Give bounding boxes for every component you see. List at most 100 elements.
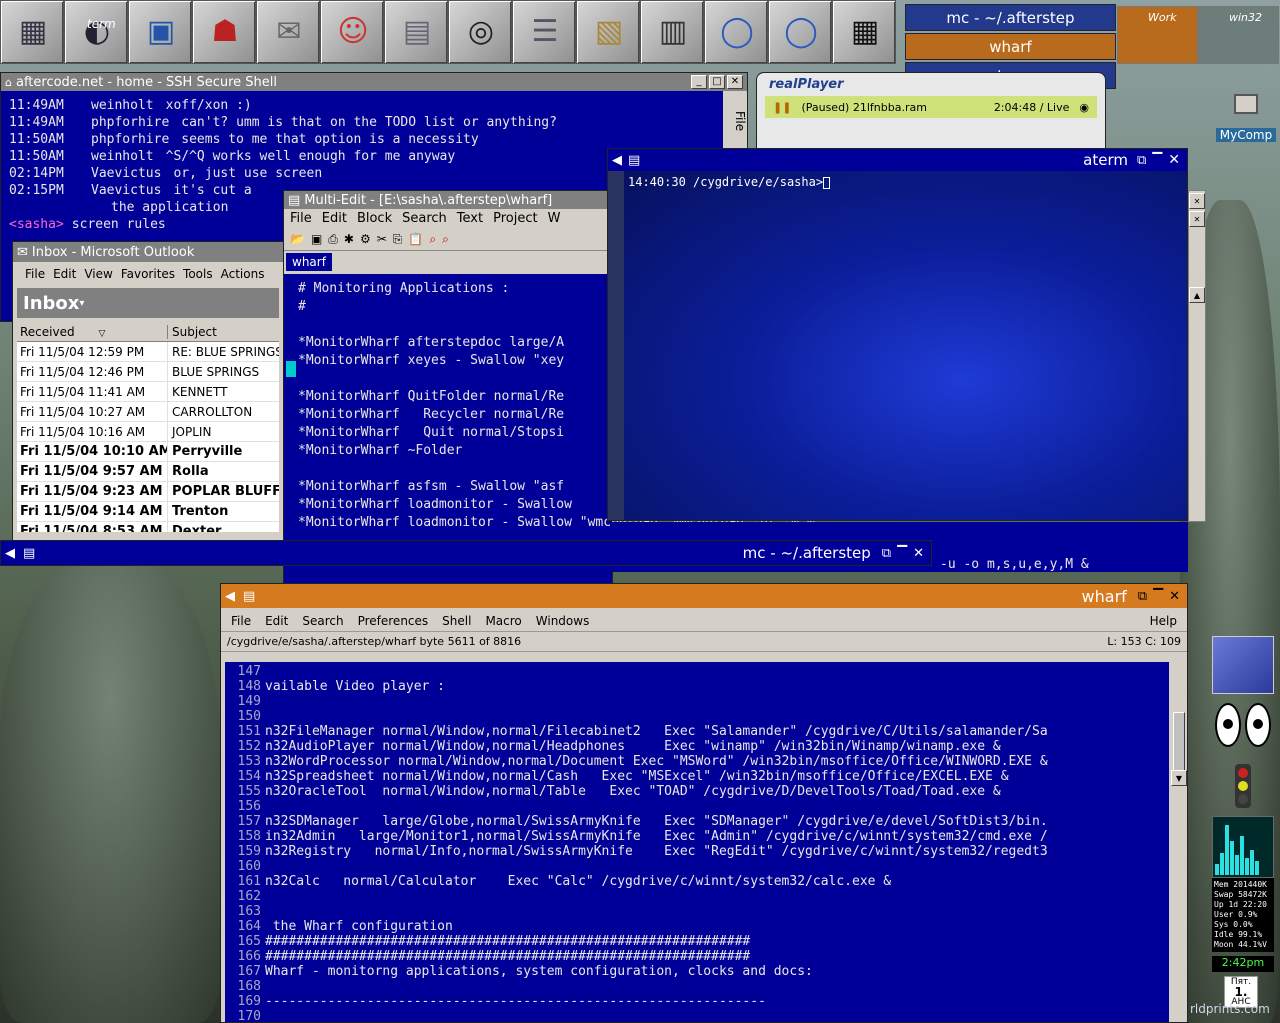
calculator-icon[interactable]: ▦: [832, 0, 896, 64]
multiedit-editor[interactable]: # Monitoring Applications : # *MonitorWhar…: [284, 274, 815, 584]
menu-file[interactable]: File: [290, 211, 312, 226]
wharf-vscrollbar[interactable]: ▼: [1171, 662, 1187, 1022]
desk-win32[interactable]: win32: [1198, 6, 1279, 64]
image-icon[interactable]: ▧: [576, 0, 640, 64]
print-icon[interactable]: ⎙: [328, 232, 338, 247]
replace-icon[interactable]: ⌕: [442, 232, 449, 247]
find-icon[interactable]: ⌕: [429, 232, 436, 247]
save-icon[interactable]: ▣: [311, 232, 322, 246]
aterm-terminal[interactable]: 14:40:30 /cygdrive/e/sasha>: [624, 171, 1187, 520]
table-row[interactable]: Fri 11/5/04 10:16 AM JOPLIN: [17, 421, 279, 442]
globe-icon[interactable]: ◉: [1079, 101, 1089, 114]
menu-search[interactable]: Search: [402, 211, 447, 226]
menu-file[interactable]: File: [25, 267, 45, 281]
chevron-down-icon[interactable]: ▾: [79, 298, 84, 309]
globe-knife-icon[interactable]: ◯: [704, 0, 768, 64]
column-received[interactable]: Received ▽: [17, 325, 167, 339]
aterm-scrollbar[interactable]: [608, 171, 624, 520]
multiedit-titlebar[interactable]: ▤ Multi-Edit - [E:\sasha\.afterstep\whar…: [284, 191, 612, 209]
scroll-up-icon[interactable]: ▲: [1189, 287, 1205, 303]
scroll-thumb[interactable]: [1173, 712, 1185, 772]
iconify-icon[interactable]: ⧉: [1137, 153, 1146, 168]
mc-titlebar[interactable]: ◀ ▤ mc - ~/.afterstep ⧉ ▔ ✕: [1, 541, 931, 565]
window-menu-icon[interactable]: ◀: [5, 546, 15, 561]
afterstep-logo-icon[interactable]: [1212, 636, 1274, 694]
table-row[interactable]: Fri 11/5/04 12:46 PM BLUE SPRINGS: [17, 361, 279, 382]
desk-work[interactable]: Work: [1117, 6, 1198, 64]
globe-knife-2-icon[interactable]: ◯: [768, 0, 832, 64]
menu-tools[interactable]: Tools: [183, 267, 213, 281]
xeyes-icon[interactable]: [1212, 694, 1274, 756]
table-row[interactable]: Fri 11/5/04 8:53 AM Dexter: [17, 521, 279, 532]
menu-edit[interactable]: Edit: [265, 614, 288, 628]
mycomp-desktop-icon[interactable]: MyComp: [1216, 94, 1276, 148]
quit-icon[interactable]: ▦: [0, 0, 64, 64]
menu-windows[interactable]: Windows: [536, 614, 590, 628]
headphones-icon[interactable]: ◎: [448, 0, 512, 64]
close-icon[interactable]: ✕: [1168, 152, 1180, 168]
iconify-icon[interactable]: ⧉: [882, 546, 891, 561]
table-row[interactable]: Fri 11/5/04 10:27 AM CARROLLTON: [17, 401, 279, 422]
table-row[interactable]: Fri 11/5/04 9:14 AM Trenton: [17, 501, 279, 522]
tool-icon[interactable]: ⚙: [360, 232, 371, 246]
aterm-titlebar[interactable]: ◀ ▤ aterm ⧉ ▔ ✕: [608, 149, 1187, 171]
menu-file[interactable]: File: [231, 614, 251, 628]
wharf-editor-text[interactable]: 147 148 vailable Video player : 149 150 151 n3…: [225, 662, 1169, 1022]
window-menu-icon[interactable]: ◀: [225, 589, 235, 604]
menu-edit[interactable]: Edit: [53, 267, 76, 281]
maximize-button[interactable]: □: [709, 75, 725, 89]
irc-icon[interactable]: ☺: [320, 0, 384, 64]
window-menu-icon[interactable]: ◀: [612, 153, 622, 168]
open-icon[interactable]: 📂: [290, 232, 305, 246]
ssh-titlebar[interactable]: ⌂ aftercode.net - home - SSH Secure Shel…: [1, 73, 747, 91]
scroll-down-icon[interactable]: ▼: [1171, 770, 1187, 786]
menu-view[interactable]: View: [84, 267, 112, 281]
close-icon[interactable]: ✕: [913, 546, 924, 561]
copy-icon[interactable]: ⎘: [393, 232, 403, 247]
mc-window-bar[interactable]: ◀ ▤ mc - ~/.afterstep ⧉ ▔ ✕: [0, 540, 932, 566]
monitor-icon[interactable]: ▣: [128, 0, 192, 64]
minimize-icon[interactable]: ▔: [1153, 589, 1163, 604]
menu-preferences[interactable]: Preferences: [358, 614, 429, 628]
menu-help[interactable]: Help: [1150, 614, 1177, 628]
tab-wharf[interactable]: wharf: [286, 253, 332, 271]
wharf-titlebar[interactable]: ◀ ▤ wharf ⧉ ▔ ✕: [221, 584, 1187, 608]
table-row[interactable]: Fri 11/5/04 10:10 AM Perryville: [17, 441, 279, 462]
wordprocessor-icon[interactable]: ☰: [512, 0, 576, 64]
menu-text[interactable]: Text: [457, 211, 483, 226]
mozilla-icon[interactable]: ☗: [192, 0, 256, 64]
minimize-icon[interactable]: ▔: [1152, 153, 1162, 168]
cut-icon[interactable]: ✂: [377, 232, 387, 246]
menu-shell[interactable]: Shell: [442, 614, 471, 628]
close-icon[interactable]: ✕: [1189, 211, 1205, 227]
table-row[interactable]: Fri 11/5/04 9:57 AM Rolla: [17, 461, 279, 482]
close-icon[interactable]: ✕: [1169, 589, 1180, 604]
menu-block[interactable]: Block: [357, 211, 392, 226]
minimize-button[interactable]: _: [691, 75, 707, 89]
menu-search[interactable]: Search: [302, 614, 343, 628]
minimize-icon[interactable]: ▔: [897, 546, 907, 561]
multiedit-vscrollbar[interactable]: ✕ ✕ ▲: [1188, 190, 1206, 522]
pager-item-mc[interactable]: mc - ~/.afterstep: [905, 4, 1116, 31]
table-row[interactable]: Fri 11/5/04 9:23 AM POPLAR BLUFF: [17, 481, 279, 502]
outlook-titlebar[interactable]: ✉ Inbox - Microsoft Outlook: [13, 242, 283, 262]
pager-item-wharf[interactable]: wharf: [905, 33, 1116, 60]
table-row[interactable]: Fri 11/5/04 12:59 PM RE: BLUE SPRINGS: [17, 341, 279, 362]
menu-favorites[interactable]: Favorites: [121, 267, 175, 281]
iconify-icon[interactable]: ⧉: [1138, 589, 1147, 604]
close-icon[interactable]: ✕: [1189, 193, 1205, 209]
menu-edit[interactable]: Edit: [322, 211, 347, 226]
menu-project[interactable]: Project: [493, 211, 537, 226]
menu-w[interactable]: W: [548, 211, 561, 226]
run-icon[interactable]: ✱: [344, 232, 354, 246]
paste-icon[interactable]: 📋: [408, 232, 423, 246]
filecabinet-icon[interactable]: ▤: [384, 0, 448, 64]
close-button[interactable]: ✕: [727, 75, 743, 89]
term-icon[interactable]: ◐ term: [64, 0, 128, 64]
table-row[interactable]: Fri 11/5/04 11:41 AM KENNETT: [17, 381, 279, 402]
menu-actions[interactable]: Actions: [221, 267, 265, 281]
spreadsheet-icon[interactable]: ▥: [640, 0, 704, 64]
folder-title[interactable]: Inbox: [23, 293, 79, 314]
menu-macro[interactable]: Macro: [485, 614, 521, 628]
column-subject[interactable]: Subject: [167, 324, 217, 339]
